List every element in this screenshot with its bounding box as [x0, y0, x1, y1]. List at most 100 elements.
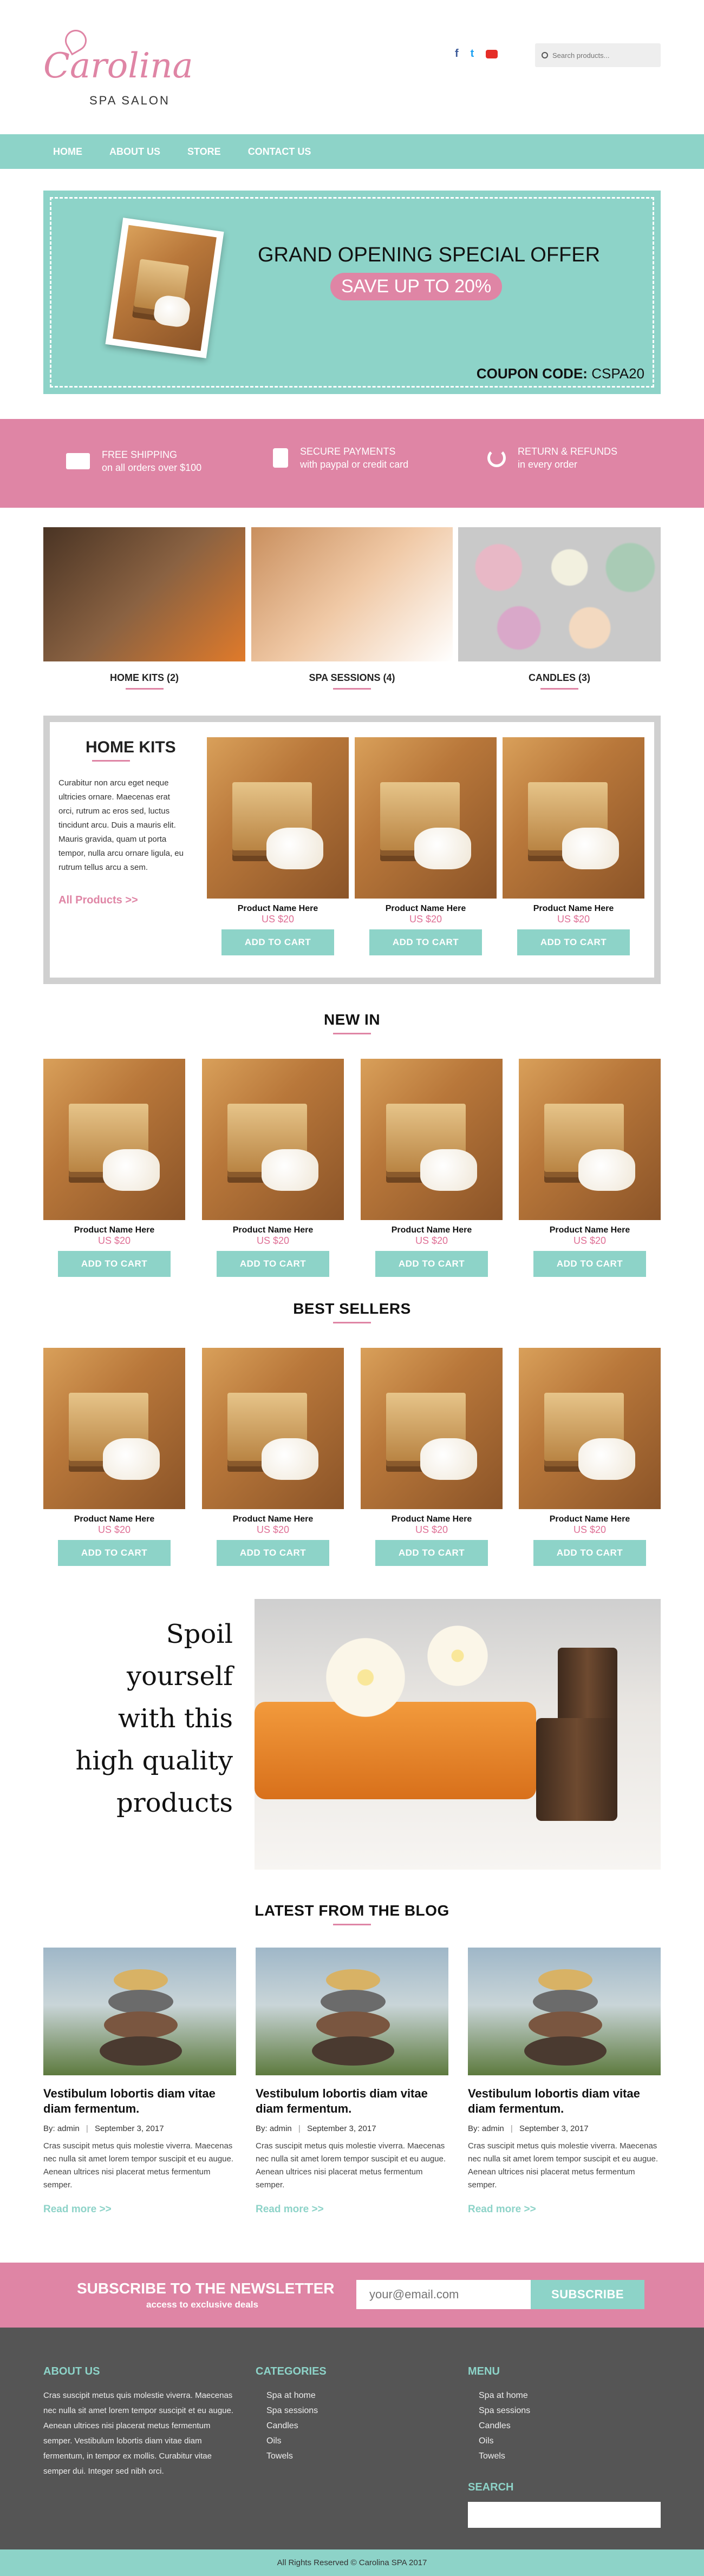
product-card[interactable]: Product Name Here US $20 ADD TO CART: [43, 1348, 185, 1566]
product-name: Product Name Here: [232, 1225, 314, 1235]
blog-image[interactable]: [468, 1948, 661, 2075]
features-bar: FREE SHIPPING on all orders over $100 SE…: [0, 419, 704, 508]
product-image: [202, 1059, 344, 1220]
new-in-products: Product Name Here US $20 ADD TO CART Pro…: [43, 1059, 661, 1286]
add-to-cart-button[interactable]: ADD TO CART: [533, 1251, 646, 1277]
read-more-link[interactable]: Read more >>: [468, 2204, 661, 2216]
product-card[interactable]: Product Name Here US $20 ADD TO CART: [519, 1348, 661, 1566]
subscribe-button[interactable]: SUBSCRIBE: [531, 2280, 644, 2309]
footer-category-link[interactable]: Candles: [266, 2418, 318, 2434]
hero-photo: [105, 218, 224, 358]
nav-contact[interactable]: CONTACT US: [248, 146, 311, 158]
feature-shipping: FREE SHIPPING on all orders over $100: [66, 448, 201, 474]
blog-post: Vestibulum lobortis diam vitae diam ferm…: [256, 1948, 448, 2216]
footer-menu-link[interactable]: Spa sessions: [479, 2403, 530, 2418]
facebook-icon[interactable]: f: [455, 48, 459, 60]
nav-about[interactable]: ABOUT US: [109, 146, 160, 158]
brand-sub: SPA SALON: [89, 94, 170, 107]
best-sellers-section: BEST SELLERS: [43, 1300, 661, 1323]
add-to-cart-button[interactable]: ADD TO CART: [221, 929, 334, 955]
product-name: Product Name Here: [232, 1515, 314, 1524]
category-image: [458, 527, 661, 661]
product-card[interactable]: Product Name Here US $20 ADD TO CART: [202, 1348, 344, 1566]
add-to-cart-button[interactable]: ADD TO CART: [217, 1251, 329, 1277]
add-to-cart-button[interactable]: ADD TO CART: [369, 929, 482, 955]
new-in-section: NEW IN: [43, 1011, 661, 1034]
blog-date: September 3, 2017: [519, 2124, 589, 2133]
lock-icon: [273, 448, 288, 468]
product-name: Product Name Here: [533, 904, 614, 913]
footer-category-link[interactable]: Towels: [266, 2449, 318, 2464]
blog-post: Vestibulum lobortis diam vitae diam ferm…: [468, 1948, 661, 2216]
add-to-cart-button[interactable]: ADD TO CART: [375, 1251, 488, 1277]
refresh-icon: [487, 449, 506, 467]
twitter-icon[interactable]: t: [471, 48, 474, 60]
product-image: [207, 737, 349, 899]
coupon-label: COUPON CODE:: [476, 365, 588, 382]
logo[interactable]: Carolina SPA SALON: [43, 25, 193, 111]
blog-author: By: admin: [468, 2124, 504, 2133]
blog-title[interactable]: Vestibulum lobortis diam vitae diam ferm…: [43, 2086, 236, 2116]
nav-store[interactable]: STORE: [187, 146, 221, 158]
nav-home[interactable]: HOME: [53, 146, 82, 158]
newsletter-bar: SUBSCRIBE TO THE NEWSLETTER access to ex…: [0, 2263, 704, 2328]
footer-search-input[interactable]: [468, 2502, 661, 2528]
add-to-cart-button[interactable]: ADD TO CART: [217, 1540, 329, 1566]
footer-menu-link[interactable]: Oils: [479, 2434, 530, 2449]
add-to-cart-button[interactable]: ADD TO CART: [58, 1540, 171, 1566]
blog-image[interactable]: [43, 1948, 236, 2075]
product-card[interactable]: Product Name Here US $20 ADD TO CART: [519, 1059, 661, 1277]
blog-meta: By: admin | September 3, 2017: [43, 2124, 236, 2133]
category-spa-sessions[interactable]: SPA SESSIONS (4): [251, 527, 453, 690]
feature-title: RETURN & REFUNDS: [518, 446, 618, 457]
blog-date: September 3, 2017: [94, 2124, 164, 2133]
product-card[interactable]: Product Name Here US $20 ADD TO CART: [202, 1059, 344, 1277]
footer-about-text: Cras suscipit metus quis molestie viverr…: [43, 2391, 234, 2476]
section-title: NEW IN: [323, 1011, 381, 1028]
footer-categories-list: Spa at home Spa sessions Candles Oils To…: [266, 2388, 318, 2464]
footer-category-link[interactable]: Spa at home: [266, 2388, 318, 2403]
footer-menu-link[interactable]: Towels: [479, 2449, 530, 2464]
footer-category-link[interactable]: Oils: [266, 2434, 318, 2449]
search-input[interactable]: [552, 51, 650, 60]
read-more-link[interactable]: Read more >>: [43, 2204, 236, 2216]
search-box[interactable]: [535, 43, 661, 67]
section-title: LATEST FROM THE BLOG: [255, 1902, 449, 1919]
footer-menu-link[interactable]: Spa at home: [479, 2388, 530, 2403]
product-price: US $20: [415, 1235, 448, 1246]
add-to-cart-button[interactable]: ADD TO CART: [517, 929, 630, 955]
category-home-kits[interactable]: HOME KITS (2): [43, 527, 245, 690]
feature-sub: in every order: [518, 459, 578, 470]
product-price: US $20: [573, 1235, 607, 1246]
product-card[interactable]: Product Name Here US $20 ADD TO CART: [43, 1059, 185, 1277]
product-card[interactable]: Product Name Here US $20 ADD TO CART: [355, 737, 497, 955]
newsletter-email-input[interactable]: [356, 2280, 531, 2309]
product-card[interactable]: Product Name Here US $20 ADD TO CART: [503, 737, 644, 955]
product-card[interactable]: Product Name Here US $20 ADD TO CART: [361, 1348, 503, 1566]
add-to-cart-button[interactable]: ADD TO CART: [533, 1540, 646, 1566]
product-price: US $20: [256, 1524, 290, 1535]
copyright-bar: All Rights Reserved © Carolina SPA 2017: [0, 2549, 704, 2576]
read-more-link[interactable]: Read more >>: [256, 2204, 448, 2216]
youtube-icon[interactable]: [486, 49, 498, 58]
add-to-cart-button[interactable]: ADD TO CART: [375, 1540, 488, 1566]
product-card[interactable]: Product Name Here US $20 ADD TO CART: [207, 737, 349, 955]
feature-title: FREE SHIPPING: [102, 449, 178, 460]
footer-menu-link[interactable]: Candles: [479, 2418, 530, 2434]
panel-text: Curabitur non arcu eget neque ultricies …: [58, 778, 184, 872]
blog-excerpt: Cras suscipit metus quis molestie viverr…: [256, 2141, 446, 2190]
hero-banner[interactable]: GRAND OPENING SPECIAL OFFER SAVE UP TO 2…: [43, 191, 661, 394]
add-to-cart-button[interactable]: ADD TO CART: [58, 1251, 171, 1277]
product-card[interactable]: Product Name Here US $20 ADD TO CART: [361, 1059, 503, 1277]
product-price: US $20: [97, 1235, 131, 1246]
all-products-link[interactable]: All Products >>: [58, 894, 138, 907]
category-candles[interactable]: CANDLES (3): [458, 527, 661, 690]
blog-image[interactable]: [256, 1948, 448, 2075]
meta-divider: |: [86, 2124, 88, 2133]
feature-sub: with paypal or credit card: [300, 459, 409, 470]
blog-title[interactable]: Vestibulum lobortis diam vitae diam ferm…: [468, 2086, 661, 2116]
blog-title[interactable]: Vestibulum lobortis diam vitae diam ferm…: [256, 2086, 448, 2116]
product-name: Product Name Here: [549, 1225, 630, 1235]
best-sellers-products: Product Name Here US $20 ADD TO CART Pro…: [43, 1348, 661, 1575]
footer-category-link[interactable]: Spa sessions: [266, 2403, 318, 2418]
